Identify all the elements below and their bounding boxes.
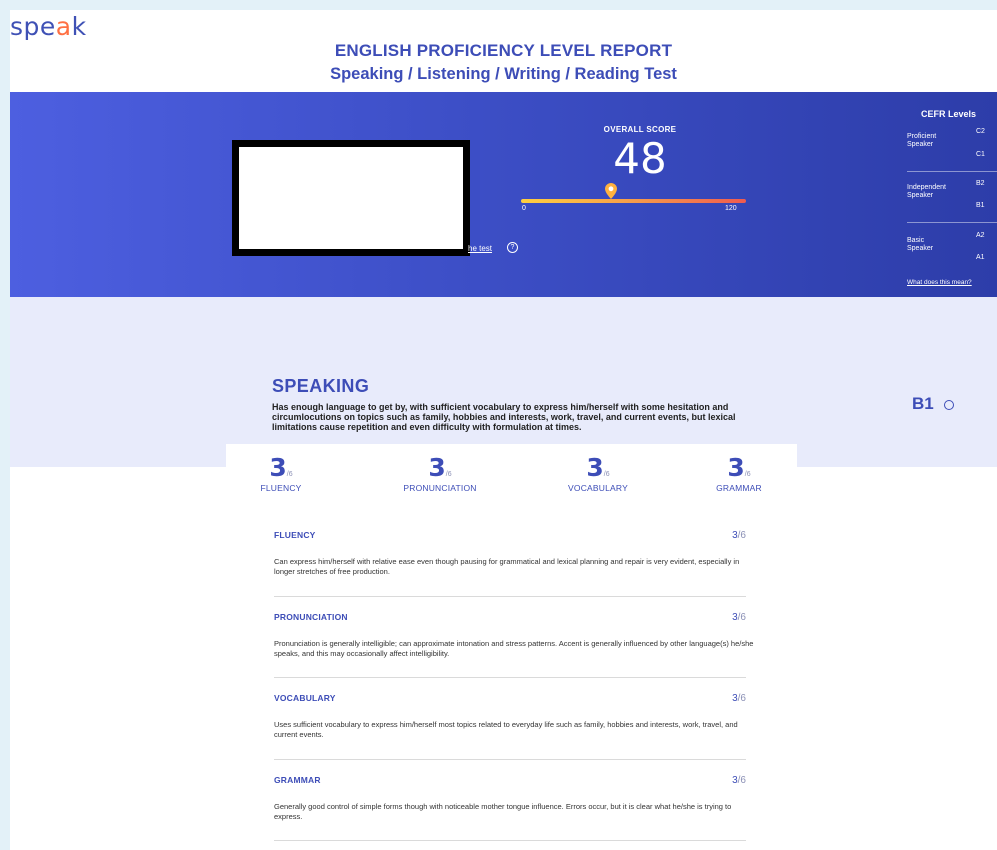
logo-text-accent: a [55, 12, 72, 41]
cefr-divider [907, 171, 997, 172]
score-max: /6 [286, 471, 293, 478]
speaking-description: Has enough language to get by, with suff… [272, 402, 736, 432]
cefr-group-independent: Independent Speaker [907, 184, 967, 200]
score-name: VOCABULARY [568, 483, 628, 493]
logo-text-prefix: spe [10, 12, 56, 41]
report-subtitle: Speaking / Listening / Writing / Reading… [330, 65, 677, 83]
cefr-level-a1: A1 [976, 254, 985, 261]
overall-score-bar [521, 199, 746, 203]
detail-score: 3/6 [732, 693, 746, 704]
detail-score: 3/6 [732, 775, 746, 786]
test-link[interactable]: he test [468, 244, 492, 253]
detail-divider [274, 759, 746, 760]
detail-score: 3/6 [732, 612, 746, 623]
detail-description: Can express him/herself with relative ea… [274, 557, 740, 576]
score-value: 3 [727, 453, 745, 482]
score-bar-min: 0 [522, 205, 526, 212]
detail-title: VOCABULARY [274, 693, 336, 703]
score-value: 3 [269, 453, 287, 482]
info-icon[interactable]: ? [507, 242, 518, 253]
cefr-level-c2: C2 [976, 128, 985, 135]
detail-description: Generally good control of simple forms t… [274, 802, 732, 821]
speaking-level: B1 [912, 394, 934, 413]
score-value: 3 [428, 453, 446, 482]
score-marker-icon [605, 183, 617, 199]
score-max: /6 [445, 471, 452, 478]
detail-fluency: FLUENCY 3/6 Can express him/herself with… [274, 530, 746, 577]
level-info-icon[interactable] [944, 400, 954, 410]
cefr-group-label: Basic [907, 237, 925, 244]
score-vocabulary: 3/6 VOCABULARY [548, 453, 648, 493]
score-name: FLUENCY [260, 483, 302, 493]
cefr-group-label: Speaker [907, 192, 934, 199]
speak-logo[interactable]: speak [10, 12, 87, 41]
score-pronunciation: 3/6 PRONUNCIATION [380, 453, 500, 493]
cefr-group-label: Independent [907, 184, 946, 191]
detail-score-max: /6 [737, 530, 746, 541]
detail-pronunciation: PRONUNCIATION 3/6 Pronunciation is gener… [274, 612, 753, 659]
detail-title: FLUENCY [274, 530, 316, 540]
score-hero: he test ? OVERALL SCORE 48 0 120 CEFR Le… [10, 92, 997, 297]
score-bar-max: 120 [725, 205, 737, 212]
detail-vocabulary: VOCABULARY 3/6 Uses sufficient vocabular… [274, 693, 746, 740]
cefr-level-c1: C1 [976, 151, 985, 158]
cefr-level-b2: B2 [976, 180, 985, 187]
score-grammar: 3/6 GRAMMAR [694, 453, 784, 493]
cefr-level-b1: B1 [976, 202, 985, 209]
score-max: /6 [744, 471, 751, 478]
score-name: PRONUNCIATION [403, 483, 477, 493]
detail-grammar: GRAMMAR 3/6 Generally good control of si… [274, 775, 746, 822]
cefr-group-label: Speaker [907, 141, 934, 148]
score-max: /6 [603, 471, 610, 478]
detail-divider [274, 840, 746, 841]
detail-score-max: /6 [737, 775, 746, 786]
cefr-group-label: Speaker [907, 245, 934, 252]
score-name: GRAMMAR [716, 483, 762, 493]
detail-score-max: /6 [737, 612, 746, 623]
detail-divider [274, 677, 746, 678]
detail-title: GRAMMAR [274, 775, 321, 785]
score-fluency: 3/6 FLUENCY [236, 453, 326, 493]
cefr-levels-title: CEFR Levels [921, 109, 977, 119]
cefr-group-label: Proficient [907, 133, 937, 140]
overall-score-label: OVERALL SCORE [603, 125, 677, 134]
detail-title: PRONUNCIATION [274, 612, 348, 622]
report-title: ENGLISH PROFICIENCY LEVEL REPORT [334, 41, 673, 60]
cefr-group-proficient: Proficient Speaker [907, 133, 967, 149]
detail-score: 3/6 [732, 530, 746, 541]
speaking-title: SPEAKING [272, 376, 370, 396]
cefr-explanation-link[interactable]: What does this mean? [907, 279, 972, 286]
report-page: speak ENGLISH PROFICIENCY LEVEL REPORT S… [10, 10, 997, 850]
profile-photo [239, 147, 463, 249]
logo-text-suffix: k [71, 12, 87, 41]
detail-score-max: /6 [737, 693, 746, 704]
cefr-level-a2: A2 [976, 232, 985, 239]
detail-description: Uses sufficient vocabulary to express hi… [274, 720, 738, 739]
overall-score-value: 48 [613, 134, 667, 183]
cefr-group-basic: Basic Speaker [907, 237, 967, 253]
detail-divider [274, 596, 746, 597]
score-value: 3 [586, 453, 604, 482]
speaking-section-band [10, 297, 997, 467]
detail-description: Pronunciation is generally intelligible;… [274, 639, 754, 658]
cefr-divider [907, 222, 997, 223]
